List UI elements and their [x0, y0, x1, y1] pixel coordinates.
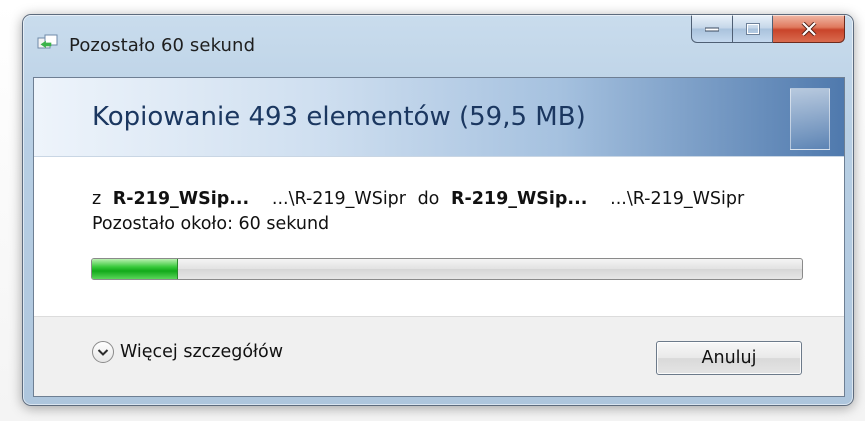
operation-title: Kopiowanie 493 elementów (59,5 MB): [92, 102, 586, 132]
source-folder-link[interactable]: R-219_WSip...: [113, 189, 249, 209]
header-banner: Kopiowanie 493 elementów (59,5 MB): [34, 78, 844, 157]
transfer-path-line: z R-219_WSip... ...\R-219_WSipr do R-219…: [92, 189, 832, 209]
close-icon: [801, 21, 816, 36]
more-details-label[interactable]: Więcej szczegółów: [120, 342, 283, 362]
maximize-icon: [745, 22, 760, 35]
cancel-button[interactable]: Anuluj: [656, 341, 802, 375]
to-word: do: [417, 189, 440, 209]
time-remaining: Pozostało około: 60 sekund: [92, 214, 330, 234]
copy-dialog-window: Pozostało 60 sekund Kopiowanie 493 eleme…: [22, 14, 854, 406]
progress-fill: [92, 259, 179, 279]
copy-files-icon: [37, 34, 59, 52]
source-path: ...\R-219_WSipr: [271, 189, 406, 209]
from-prefix: z: [92, 189, 102, 209]
close-button[interactable]: [773, 15, 845, 43]
destination-folder-link[interactable]: R-219_WSip...: [451, 189, 587, 209]
title-bar[interactable]: Pozostało 60 sekund: [23, 15, 853, 77]
copy-progress-bar: [91, 258, 803, 280]
maximize-button[interactable]: [733, 15, 773, 43]
dialog-content: Kopiowanie 493 elementów (59,5 MB) z R-2…: [33, 77, 845, 397]
dialog-footer: Więcej szczegółów Anuluj: [34, 316, 844, 396]
banner-decoration: [790, 88, 830, 150]
window-title: Pozostało 60 sekund: [69, 35, 256, 56]
more-details-toggle[interactable]: Więcej szczegółów: [92, 341, 283, 363]
minimize-button[interactable]: [691, 15, 733, 43]
minimize-icon: [705, 27, 719, 31]
destination-path: ...\R-219_WSipr: [610, 189, 745, 209]
caption-buttons: [691, 15, 845, 43]
chevron-down-icon[interactable]: [92, 341, 114, 363]
